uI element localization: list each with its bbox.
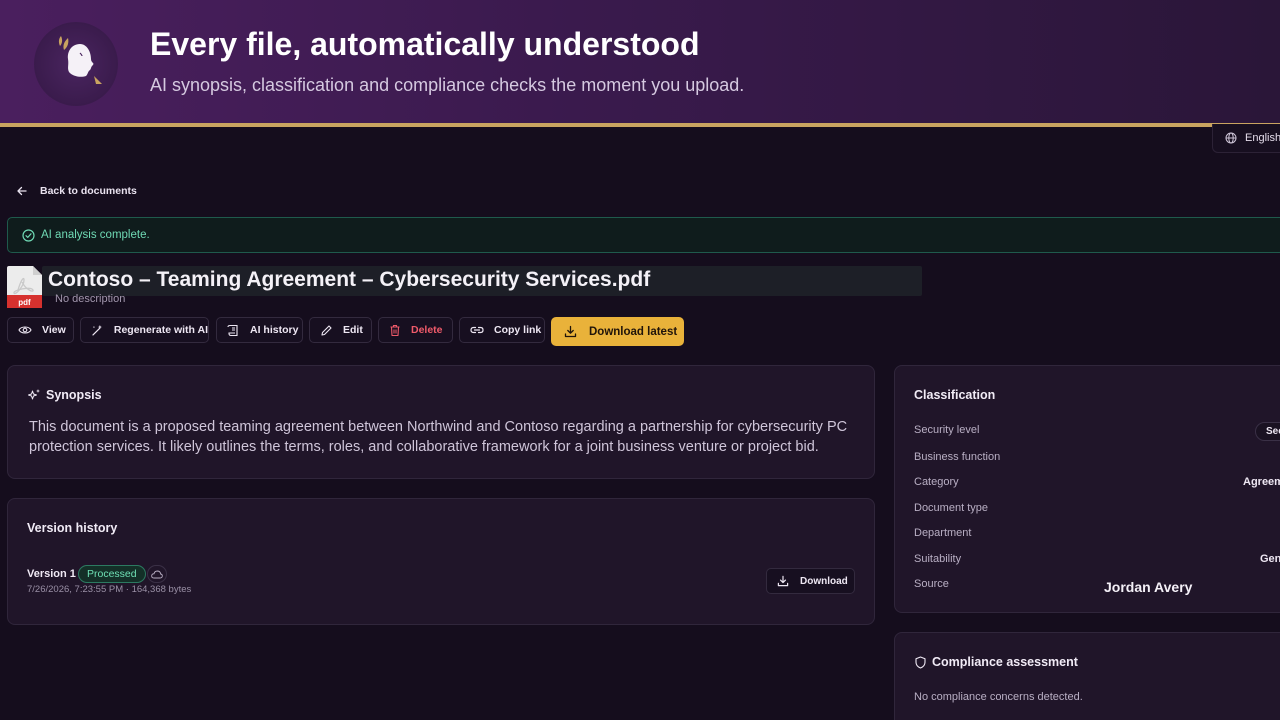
shield-icon [915,655,926,669]
globe-icon [1225,132,1237,144]
document-type-label: Document type [914,502,988,514]
suitability-value: Gen [1260,553,1280,565]
brand-logo [34,22,118,106]
business-function-label: Business function [914,451,1001,463]
analysis-complete-alert: AI analysis complete. [7,217,1280,253]
version-label: Version 1 [27,568,76,580]
regenerate-label: Regenerate with AI [113,324,208,336]
copy-link-label: Copy link [494,324,542,336]
document-description: No description [55,293,126,305]
suitability-label: Suitability [914,553,962,565]
ai-history-button[interactable]: AI history [216,317,303,343]
regenerate-ai-button[interactable]: Regenerate with AI [80,317,209,343]
category-label: Category [914,476,959,488]
banner-title: Every file, automatically understood [150,26,700,62]
download-icon [564,325,577,338]
version-meta: 7/26/2026, 7:23:55 PM · 164,368 bytes [27,584,192,595]
delete-label: Delete [411,324,443,336]
hero-banner: Every file, automatically understood AI … [0,0,1280,123]
status-badge: Processed [78,565,146,583]
back-label: Back to documents [40,185,137,197]
view-label: View [42,324,66,336]
synopsis-card: Synopsis This document is a proposed tea… [7,365,875,479]
download-icon [777,575,789,587]
scroll-icon [227,324,238,336]
pdf-badge-label: pdf [18,298,31,307]
download-latest-label: Download latest [589,325,678,338]
security-level-label: Security level [914,424,980,436]
category-value: Agreem [1243,476,1280,488]
version-download-label: Download [800,575,848,587]
trash-icon [390,324,400,336]
compliance-heading: Compliance assessment [914,655,1078,669]
department-label: Department [914,527,972,539]
view-button[interactable]: View [7,317,74,343]
compliance-card: Compliance assessment No compliance conc… [894,632,1280,720]
ai-history-label: AI history [250,324,299,336]
compliance-heading-text: Compliance assessment [932,655,1078,669]
version-history-heading: Version history [27,521,118,535]
synopsis-heading-text: Synopsis [46,388,102,402]
arrow-left-icon [17,186,27,196]
classification-card: Classification Security level Sec Busine… [894,365,1280,613]
source-label: Source [914,578,949,590]
document-title[interactable]: Contoso – Teaming Agreement – Cybersecur… [48,268,650,292]
edit-button[interactable]: Edit [309,317,372,343]
banner-subtitle: AI synopsis, classification and complian… [150,75,745,95]
classification-heading: Classification [914,388,996,402]
source-value: Jordan Avery [1104,579,1193,595]
language-label: English [1245,132,1280,144]
sparkles-icon [28,389,40,400]
delete-button[interactable]: Delete [378,317,453,343]
cloud-icon [147,565,167,583]
link-icon [470,326,484,334]
pdf-file-icon: pdf [7,266,42,308]
check-circle-icon [22,228,35,242]
banner-divider [0,123,1280,127]
download-latest-button[interactable]: Download latest [551,317,684,346]
synopsis-heading: Synopsis [27,388,102,402]
synopsis-text: This document is a proposed teaming agre… [29,419,848,455]
compliance-text: No compliance concerns detected. [914,691,1083,703]
face-profile-icon [58,36,102,84]
eye-icon [18,326,32,334]
back-to-documents-link[interactable]: Back to documents [16,183,137,199]
edit-label: Edit [343,324,363,336]
security-level-badge: Sec [1255,422,1280,441]
pencil-icon [321,324,332,336]
magic-wand-icon [92,324,102,336]
alert-text: AI analysis complete. [41,229,150,241]
language-selector[interactable]: English [1212,124,1280,153]
version-download-button[interactable]: Download [766,568,855,594]
version-history-card: Version history Version 1 Processed 7/26… [7,498,875,625]
copy-link-button[interactable]: Copy link [459,317,545,343]
